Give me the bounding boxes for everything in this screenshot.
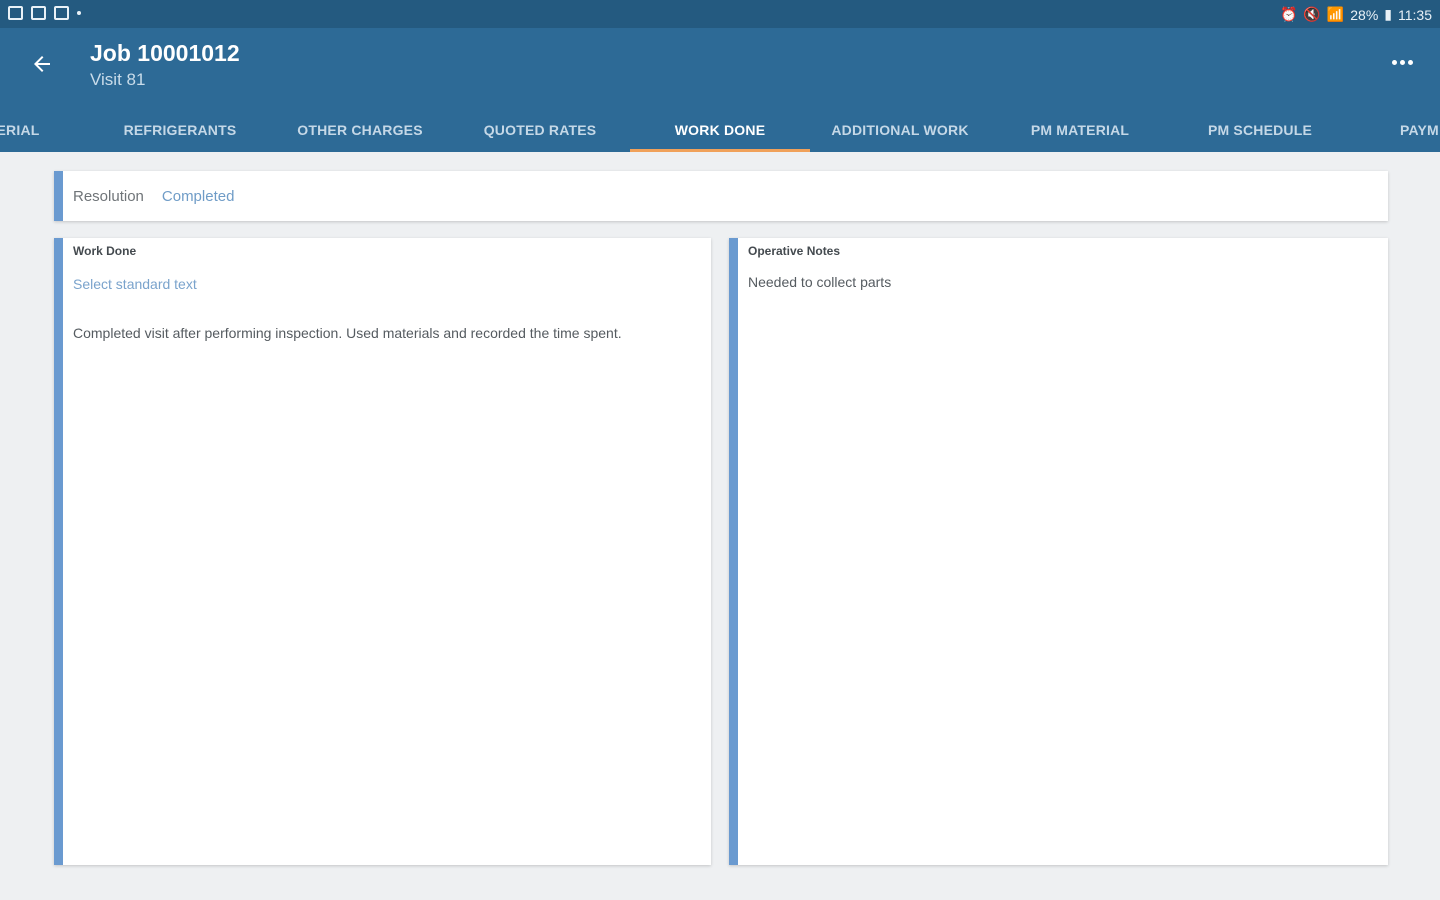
- arrow-left-icon: [34, 56, 50, 72]
- operative-notes-panel: Operative Notes Needed to collect parts: [729, 238, 1388, 865]
- resolution-label: Resolution: [73, 187, 144, 205]
- mail-notification-icon: [54, 6, 69, 20]
- play-store-notification-icon: [31, 6, 46, 20]
- operative-notes-title: Operative Notes: [748, 244, 841, 258]
- title-block: Job 10001012 Visit 81: [90, 38, 240, 90]
- more-dot-icon: [1391, 59, 1397, 65]
- gallery-notification-icon: [8, 6, 23, 20]
- work-done-text-field[interactable]: Completed visit after performing inspect…: [73, 325, 703, 341]
- battery-percent: 28%: [1350, 6, 1379, 23]
- back-button[interactable]: [22, 48, 62, 80]
- operative-notes-text-field[interactable]: Needed to collect parts: [748, 274, 1378, 290]
- tab-quoted-rates[interactable]: QUOTED RATES: [450, 108, 630, 152]
- tab-pm-schedule[interactable]: PM SCHEDULE: [1170, 108, 1350, 152]
- more-options-button[interactable]: [1386, 48, 1418, 76]
- tab-additional-work[interactable]: ADDITIONAL WORK: [810, 108, 990, 152]
- page-subtitle: Visit 81: [90, 70, 146, 89]
- mute-icon: 🔇: [1303, 6, 1321, 22]
- status-notification-icons: [8, 6, 81, 20]
- wifi-icon: 📶: [1326, 6, 1345, 22]
- select-standard-text-link[interactable]: Select standard text: [73, 276, 197, 292]
- tab-pm-material[interactable]: PM MATERIAL: [990, 108, 1170, 152]
- app-bar: Job 10001012 Visit 81 ERIAL REFRIGERANTS…: [0, 28, 1440, 152]
- tab-bar: ERIAL REFRIGERANTS OTHER CHARGES QUOTED …: [0, 108, 1440, 152]
- tab-refrigerants[interactable]: REFRIGERANTS: [90, 108, 270, 152]
- work-done-panel: Work Done Select standard text Completed…: [54, 238, 711, 865]
- alarm-icon: ⏰: [1279, 6, 1298, 22]
- tab-payment[interactable]: PAYM: [1400, 108, 1440, 152]
- battery-icon: ▮: [1384, 6, 1392, 22]
- work-done-title: Work Done: [73, 244, 137, 258]
- more-dot-icon: [1407, 59, 1413, 65]
- resolution-value-selector[interactable]: Completed: [162, 188, 235, 205]
- more-notifications-dot-icon: [77, 11, 81, 15]
- status-system-icons: ⏰ 🔇 📶 28% ▮ 11:35: [1280, 6, 1432, 23]
- more-dot-icon: [1399, 59, 1405, 65]
- resolution-card: Resolution Completed: [54, 171, 1388, 221]
- tab-other-charges[interactable]: OTHER CHARGES: [270, 108, 450, 152]
- clock: 11:35: [1398, 6, 1432, 23]
- page-title: Job 10001012: [90, 40, 240, 66]
- status-bar: ⏰ 🔇 📶 28% ▮ 11:35: [0, 0, 1440, 28]
- tab-work-done[interactable]: WORK DONE: [630, 108, 810, 152]
